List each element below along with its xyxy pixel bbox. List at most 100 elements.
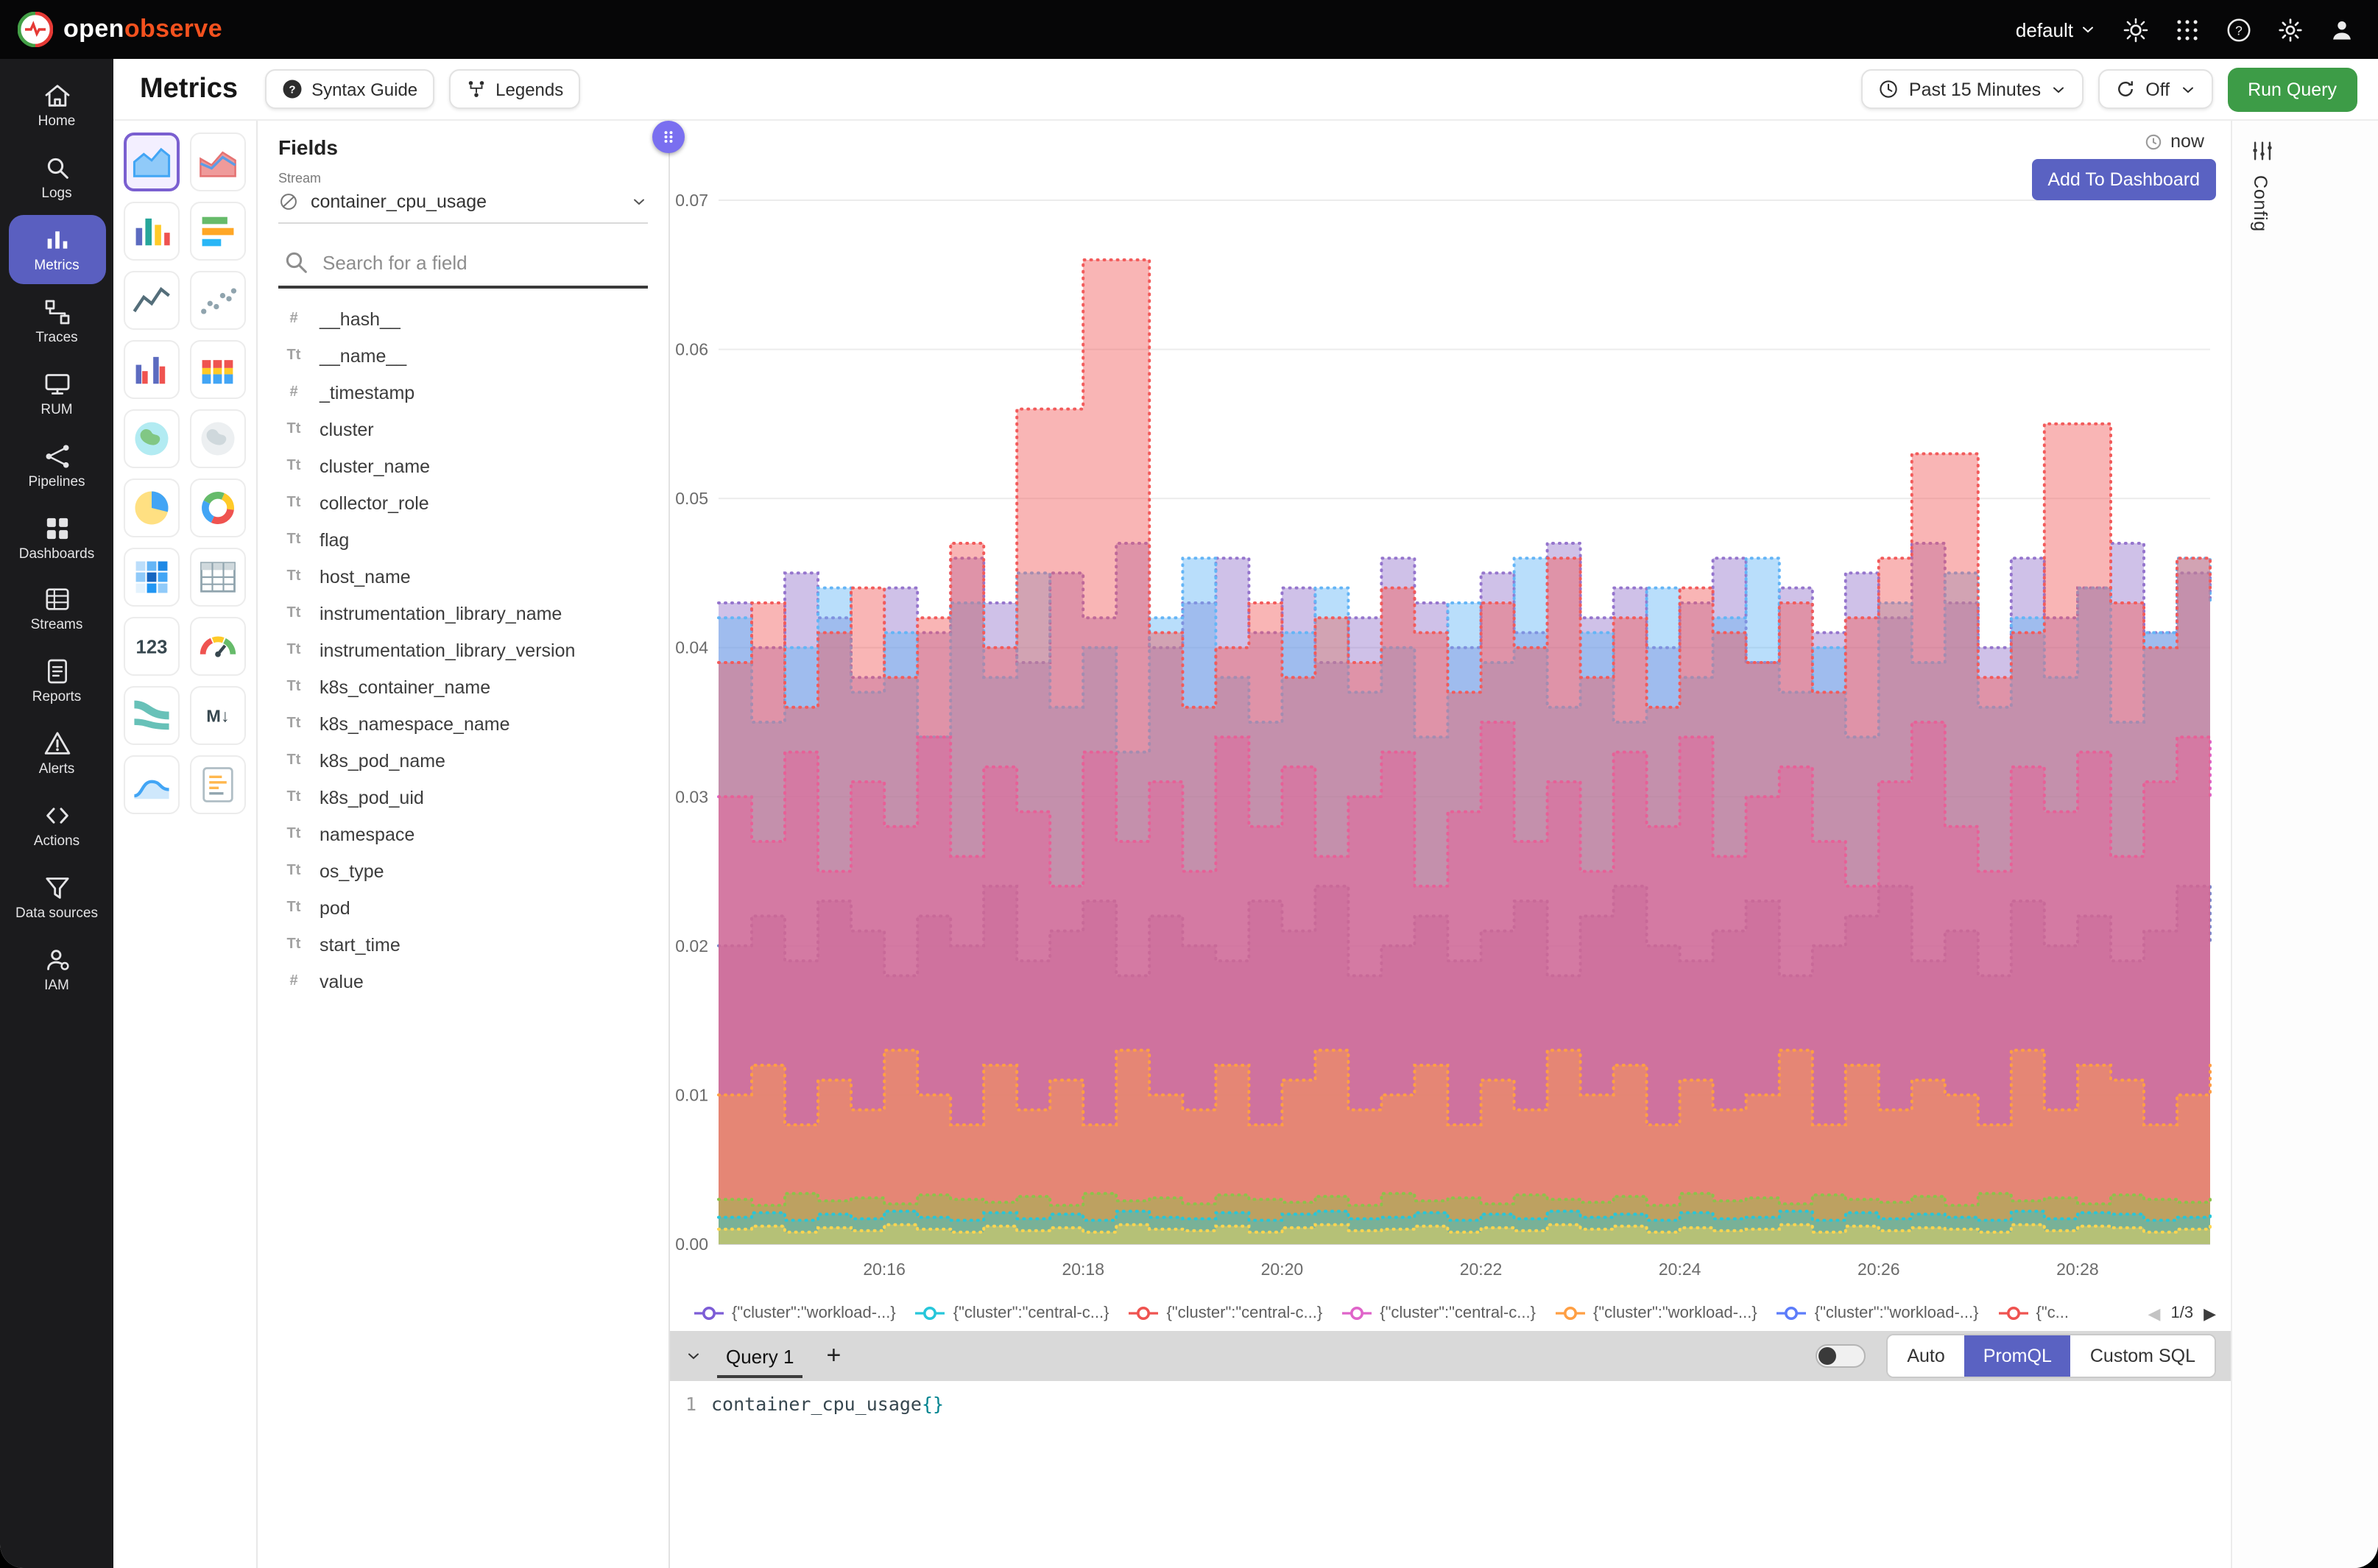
help-icon[interactable]: ? (2222, 13, 2254, 46)
chart-type-h-bar[interactable] (190, 202, 246, 261)
add-to-dashboard-button[interactable]: Add To Dashboard (2031, 159, 2216, 200)
sidebar-item-label: RUM (40, 403, 72, 419)
svg-text:20:16: 20:16 (863, 1260, 906, 1279)
sidebar-item-actions[interactable]: Actions (8, 791, 105, 860)
config-drawer-tab[interactable]: Config (2231, 121, 2378, 1568)
editor-toggle[interactable] (1816, 1344, 1866, 1368)
legend-item[interactable]: {"cluster":"central-c...} (1129, 1304, 1323, 1322)
chart-type-sankey[interactable] (124, 686, 180, 745)
sidebar-item-metrics[interactable]: Metrics (8, 215, 105, 284)
account-icon[interactable] (2325, 13, 2357, 46)
mode-auto[interactable]: Auto (1888, 1335, 1964, 1377)
query-editor[interactable]: 1 container_cpu_usage{} (670, 1381, 2231, 1568)
chart-type-table[interactable] (190, 548, 246, 607)
field-item-namespace[interactable]: Ttnamespace (258, 816, 668, 852)
editor-code-line[interactable]: container_cpu_usage{} (711, 1393, 944, 1568)
chart-type-trend[interactable] (124, 755, 180, 814)
chart-type-heatmap[interactable] (124, 548, 180, 607)
field-name: host_name (320, 566, 411, 587)
legend-item[interactable]: {"cluster":"central-c...} (1341, 1304, 1536, 1322)
legend-next-icon[interactable]: ▶ (2204, 1304, 2216, 1323)
field-item-k8s_pod_uid[interactable]: Ttk8s_pod_uid (258, 779, 668, 816)
syntax-guide-button[interactable]: ? Syntax Guide (264, 69, 434, 109)
org-selector[interactable]: default (2016, 18, 2097, 40)
chart-type-donut[interactable] (190, 478, 246, 537)
sidebar-item-streams[interactable]: Streams (8, 575, 105, 644)
chart-type-line[interactable] (124, 271, 180, 330)
field-item-__hash__[interactable]: #__hash__ (258, 300, 668, 337)
field-item-k8s_namespace_name[interactable]: Ttk8s_namespace_name (258, 705, 668, 742)
sidebar-item-logs[interactable]: Logs (8, 143, 105, 212)
field-item-start_time[interactable]: Ttstart_time (258, 926, 668, 963)
mode-promql[interactable]: PromQL (1964, 1335, 2071, 1377)
sidebar-item-alerts[interactable]: Alerts (8, 719, 105, 788)
mode-custom-sql[interactable]: Custom SQL (2071, 1335, 2215, 1377)
field-item-os_type[interactable]: Ttos_type (258, 852, 668, 889)
legend-item[interactable]: {"cluster":"workload-...} (1777, 1304, 1979, 1322)
add-query-button[interactable]: + (818, 1341, 850, 1371)
field-item-cluster[interactable]: Ttcluster (258, 411, 668, 448)
apps-icon[interactable] (2170, 13, 2203, 46)
text-type-icon: Tt (281, 826, 306, 842)
panel-drag-handle[interactable] (652, 121, 685, 153)
svg-text:0.00: 0.00 (675, 1235, 708, 1254)
run-query-button[interactable]: Run Query (2227, 67, 2357, 111)
chart-type-metric-text[interactable]: 123 (124, 617, 180, 676)
legend-item[interactable]: {"cluster":"workload-...} (1555, 1304, 1757, 1322)
stream-selector[interactable]: container_cpu_usage (278, 186, 648, 224)
field-item-_timestamp[interactable]: #_timestamp (258, 374, 668, 411)
theme-toggle-icon[interactable] (2119, 13, 2151, 46)
field-item-collector_role[interactable]: Ttcollector_role (258, 484, 668, 521)
refresh-interval-selector[interactable]: Off (2098, 69, 2212, 109)
field-item-instrumentation_library_version[interactable]: Ttinstrumentation_library_version (258, 632, 668, 668)
sidebar-item-traces[interactable]: Traces (8, 287, 105, 356)
field-item-flag[interactable]: Ttflag (258, 521, 668, 558)
sidebar-item-iam[interactable]: IAM (8, 935, 105, 1004)
svg-text:123: 123 (136, 638, 168, 658)
org-selector-value: default (2016, 18, 2073, 40)
sidebar-item-data-sources[interactable]: Data sources (8, 863, 105, 932)
legend-item[interactable]: {"cluster":"workload-...} (694, 1304, 896, 1322)
chart-type-pie[interactable] (124, 478, 180, 537)
chart-type-map[interactable] (190, 409, 246, 468)
legends-icon (465, 78, 487, 100)
metrics-chart[interactable]: 0.000.010.020.030.040.050.060.0720:1620:… (670, 159, 2225, 1296)
chart-type-geo-map[interactable] (124, 409, 180, 468)
legend-item[interactable]: {"c... (1998, 1304, 2070, 1322)
chart-type-gauge[interactable] (190, 617, 246, 676)
field-item-k8s_pod_name[interactable]: Ttk8s_pod_name (258, 742, 668, 779)
sidebar-item-dashboards[interactable]: Dashboards (8, 503, 105, 572)
field-item-cluster_name[interactable]: Ttcluster_name (258, 448, 668, 484)
query-tab[interactable]: Query 1 (717, 1334, 803, 1378)
time-range-selector[interactable]: Past 15 Minutes (1862, 69, 2084, 109)
svg-text:0.03: 0.03 (675, 787, 708, 806)
sidebar-item-home[interactable]: Home (8, 71, 105, 140)
chart-type-bar-stacked[interactable] (190, 340, 246, 399)
field-search-input[interactable] (322, 251, 645, 273)
legend-prev-icon[interactable]: ◀ (2148, 1304, 2161, 1323)
chart-type-html[interactable] (190, 755, 246, 814)
settings-icon[interactable] (2273, 13, 2306, 46)
field-item-__name__[interactable]: Tt__name__ (258, 337, 668, 374)
legend-item[interactable]: {"cluster":"central-c...} (915, 1304, 1109, 1322)
sidebar-item-rum[interactable]: RUM (8, 359, 105, 428)
legend-label: {"cluster":"workload-...} (1593, 1304, 1757, 1322)
field-item-instrumentation_library_name[interactable]: Ttinstrumentation_library_name (258, 595, 668, 632)
field-item-k8s_container_name[interactable]: Ttk8s_container_name (258, 668, 668, 705)
chart-type-area[interactable] (124, 133, 180, 191)
chart-type-bar[interactable] (124, 202, 180, 261)
dashboards-icon (42, 513, 71, 543)
text-type-icon: Tt (281, 900, 306, 916)
sidebar-item-pipelines[interactable]: Pipelines (8, 431, 105, 500)
svg-text:20:20: 20:20 (1261, 1260, 1304, 1279)
query-dropdown-icon[interactable] (685, 1347, 702, 1365)
chart-type-markdown[interactable]: M↓ (190, 686, 246, 745)
legends-button[interactable]: Legends (448, 69, 579, 109)
field-item-value[interactable]: #value (258, 963, 668, 1000)
chart-type-scatter[interactable] (190, 271, 246, 330)
sidebar-item-reports[interactable]: Reports (8, 647, 105, 716)
field-item-host_name[interactable]: Tthost_name (258, 558, 668, 595)
chart-type-area-stacked[interactable] (190, 133, 246, 191)
field-item-pod[interactable]: Ttpod (258, 889, 668, 926)
chart-type-bar-grouped[interactable] (124, 340, 180, 399)
